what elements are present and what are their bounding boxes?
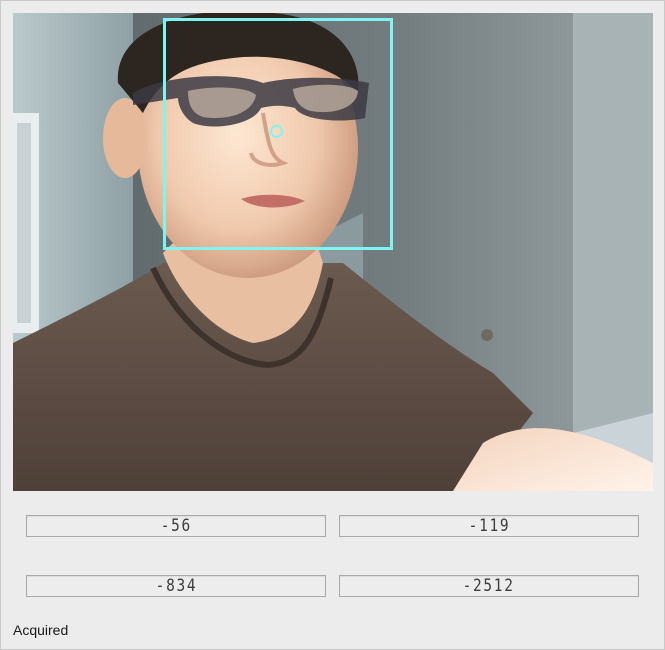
readout-top-right-value: -119: [468, 516, 510, 536]
readout-top-left: -56: [26, 515, 326, 537]
readout-top-left-value: -56: [160, 516, 192, 536]
readout-top-right: -119: [339, 515, 639, 537]
readout-bottom-right: -2512: [339, 575, 639, 597]
status-bar-text: Acquired: [13, 622, 69, 638]
nose-tracking-marker-icon: [270, 125, 283, 138]
readout-bottom-left-value: -834: [155, 576, 197, 596]
camera-feed: [13, 13, 653, 491]
app-window: -56 -119 -834 -2512 Acquired: [0, 0, 665, 650]
readout-bottom-left: -834: [26, 575, 326, 597]
readout-bottom-right-value: -2512: [462, 576, 516, 596]
